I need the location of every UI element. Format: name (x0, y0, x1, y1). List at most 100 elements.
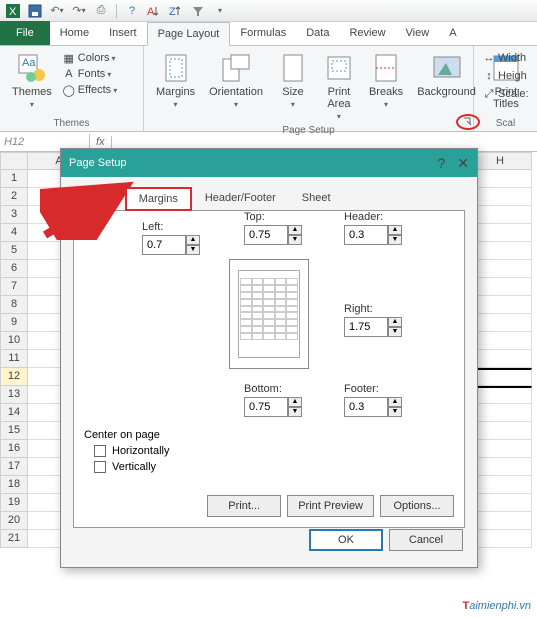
breaks-button[interactable]: Breaks▾ (365, 50, 407, 111)
fx-icon[interactable]: fx (90, 136, 112, 148)
cell[interactable] (469, 260, 532, 278)
tab-overflow[interactable]: A (439, 21, 466, 45)
dialog-tab-page[interactable]: Page (73, 187, 125, 211)
background-button[interactable]: Background (413, 50, 480, 100)
tab-formulas[interactable]: Formulas (230, 21, 296, 45)
cell[interactable] (469, 530, 532, 548)
cell[interactable] (469, 476, 532, 494)
cell[interactable] (469, 332, 532, 350)
row-header[interactable]: 15 (0, 422, 28, 440)
tab-insert[interactable]: Insert (99, 21, 147, 45)
row-header[interactable]: 20 (0, 512, 28, 530)
tab-review[interactable]: Review (339, 21, 395, 45)
dialog-tab-header-footer[interactable]: Header/Footer (192, 187, 289, 211)
row-header[interactable]: 12 (0, 368, 28, 386)
fonts-button[interactable]: AFonts▾ (62, 66, 117, 82)
bottom-input[interactable] (244, 397, 288, 417)
cell[interactable] (469, 404, 532, 422)
file-tab[interactable]: File (0, 21, 50, 45)
right-input[interactable] (344, 317, 388, 337)
options-button[interactable]: Options... (380, 495, 454, 517)
cell[interactable] (469, 296, 532, 314)
cell[interactable] (469, 386, 532, 404)
cell[interactable] (469, 350, 532, 368)
horizontally-checkbox[interactable]: Horizontally (94, 445, 169, 457)
row-header[interactable]: 18 (0, 476, 28, 494)
tab-data[interactable]: Data (296, 21, 339, 45)
tab-page-layout[interactable]: Page Layout (147, 22, 231, 46)
row-header[interactable]: 10 (0, 332, 28, 350)
left-input[interactable] (142, 235, 186, 255)
scale-control[interactable]: ⤢Scale: (482, 86, 529, 102)
row-header[interactable]: 1 (0, 170, 28, 188)
cell[interactable] (469, 512, 532, 530)
dialog-tab-margins[interactable]: Margins (125, 187, 192, 211)
tab-home[interactable]: Home (50, 21, 99, 45)
redo-icon[interactable]: ↷▾ (70, 2, 88, 20)
cell[interactable] (469, 188, 532, 206)
print-area-button[interactable]: Print Area▾ (319, 50, 359, 123)
row-header[interactable]: 2 (0, 188, 28, 206)
colors-button[interactable]: ▦Colors▾ (62, 50, 117, 66)
sortdesc-icon[interactable]: Z (167, 2, 185, 20)
close-icon[interactable]: ✕ (457, 155, 469, 172)
row-header[interactable]: 4 (0, 224, 28, 242)
row-header[interactable]: 3 (0, 206, 28, 224)
filter-icon[interactable] (189, 2, 207, 20)
spin-up-icon[interactable]: ▲ (186, 235, 200, 245)
top-input[interactable] (244, 225, 288, 245)
cell[interactable] (469, 170, 532, 188)
spin-down-icon[interactable]: ▼ (388, 327, 402, 337)
footer-input[interactable] (344, 397, 388, 417)
print-button[interactable]: Print... (207, 495, 281, 517)
cell[interactable] (469, 242, 532, 260)
cell[interactable] (469, 206, 532, 224)
cell[interactable] (469, 224, 532, 242)
spin-down-icon[interactable]: ▼ (388, 235, 402, 245)
spin-down-icon[interactable]: ▼ (288, 235, 302, 245)
row-header[interactable]: 11 (0, 350, 28, 368)
height-control[interactable]: ↕Heigh (482, 68, 527, 84)
spin-up-icon[interactable]: ▲ (288, 397, 302, 407)
row-header[interactable]: 19 (0, 494, 28, 512)
row-header[interactable]: 7 (0, 278, 28, 296)
cell[interactable] (469, 422, 532, 440)
help-icon[interactable]: ? (437, 155, 445, 172)
column-header[interactable]: H (469, 152, 532, 170)
row-header[interactable]: 6 (0, 260, 28, 278)
spin-up-icon[interactable]: ▲ (388, 397, 402, 407)
tab-view[interactable]: View (396, 21, 440, 45)
row-header[interactable]: 8 (0, 296, 28, 314)
header-input[interactable] (344, 225, 388, 245)
row-header[interactable]: 14 (0, 404, 28, 422)
cell[interactable] (469, 458, 532, 476)
spin-down-icon[interactable]: ▼ (186, 245, 200, 255)
row-header[interactable]: 9 (0, 314, 28, 332)
page-setup-launcher[interactable] (456, 114, 470, 128)
save-icon[interactable] (26, 2, 44, 20)
spin-up-icon[interactable]: ▲ (288, 225, 302, 235)
quickprint-icon[interactable]: ⎙ (92, 2, 110, 20)
width-control[interactable]: ↔Width (482, 50, 526, 66)
cancel-button[interactable]: Cancel (389, 529, 463, 551)
row-header[interactable]: 13 (0, 386, 28, 404)
effects-button[interactable]: ◯Effects▾ (62, 82, 117, 98)
cell[interactable] (469, 314, 532, 332)
dialog-tab-sheet[interactable]: Sheet (289, 187, 344, 211)
row-header[interactable]: 17 (0, 458, 28, 476)
help-icon[interactable]: ? (123, 2, 141, 20)
print-preview-button[interactable]: Print Preview (287, 495, 374, 517)
spin-down-icon[interactable]: ▼ (388, 407, 402, 417)
row-header[interactable]: 21 (0, 530, 28, 548)
undo-icon[interactable]: ↶▾ (48, 2, 66, 20)
spin-up-icon[interactable]: ▲ (388, 317, 402, 327)
orientation-button[interactable]: Orientation▾ (205, 50, 267, 111)
cell[interactable] (469, 278, 532, 296)
qat-customize-icon[interactable]: ▾ (211, 2, 229, 20)
row-header[interactable]: 16 (0, 440, 28, 458)
ok-button[interactable]: OK (309, 529, 383, 551)
cell[interactable] (469, 440, 532, 458)
cell[interactable] (469, 494, 532, 512)
vertically-checkbox[interactable]: Vertically (94, 461, 169, 473)
margins-button[interactable]: Margins▾ (152, 50, 199, 111)
